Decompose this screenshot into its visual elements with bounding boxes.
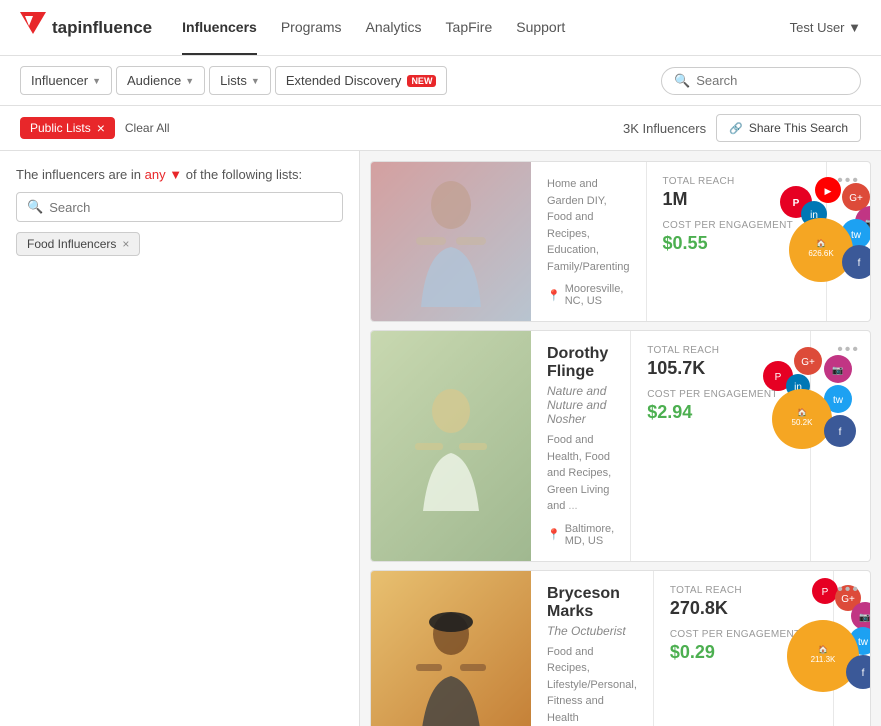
svg-text:tw: tw — [833, 395, 844, 406]
svg-text:211.3K: 211.3K — [811, 655, 836, 664]
logo[interactable]: tapinfluence — [20, 12, 152, 44]
public-lists-tag: Public Lists × — [20, 117, 115, 139]
logo-text: tapinfluence — [52, 18, 152, 38]
svg-text:tw: tw — [851, 230, 862, 241]
svg-text:tw: tw — [858, 637, 869, 648]
influencer-photo — [371, 162, 531, 321]
influencer-card: Home and Garden DIY, Food and Recipes, E… — [370, 161, 871, 322]
svg-text:🏠: 🏠 — [818, 645, 828, 654]
card-stats: Total Reach 105.7K Cost per Engagement $… — [631, 331, 811, 561]
remove-tag-btn[interactable]: × — [97, 121, 105, 135]
card-categories: Food and Recipes, Lifestyle/Personal, Fi… — [547, 644, 637, 726]
card-location: 📍 Mooresville, NC, US — [547, 283, 630, 307]
content-area: The influencers are in any ▼ of the foll… — [0, 151, 881, 726]
search-icon: 🔍 — [674, 73, 690, 89]
svg-text:P: P — [775, 372, 782, 383]
share-icon: 🔗 — [729, 122, 743, 135]
svg-text:G+: G+ — [849, 193, 863, 204]
nav-tapfire[interactable]: TapFire — [446, 1, 493, 55]
card-name: Dorothy Flinge — [547, 345, 614, 381]
filter-bar: Influencer ▼ Audience ▼ Lists ▼ Extended… — [0, 56, 881, 106]
card-categories: Home and Garden DIY, Food and Recipes, E… — [547, 176, 630, 275]
card-info: Bryceson Marks The Octuberist Food and R… — [531, 571, 654, 726]
share-search-btn[interactable]: 🔗 Share This Search — [716, 114, 861, 142]
card-info: Dorothy Flinge Nature and Nuture and Nos… — [531, 331, 631, 561]
filter-text: The influencers are in any ▼ of the foll… — [16, 167, 343, 182]
svg-text:📷: 📷 — [859, 612, 870, 622]
user-menu[interactable]: Test User ▼ — [790, 20, 861, 35]
more-options-btn[interactable]: ••• — [837, 341, 860, 359]
active-filters-bar: Public Lists × Clear All 3K Influencers … — [0, 106, 881, 151]
svg-text:📷: 📷 — [833, 365, 844, 375]
nav-support[interactable]: Support — [516, 1, 565, 55]
main-nav: Influencers Programs Analytics TapFire S… — [182, 1, 789, 55]
chevron-down-icon: ▼ — [251, 76, 260, 86]
more-options-btn[interactable]: ••• — [837, 172, 860, 190]
card-blog: Nature and Nuture and Nosher — [547, 384, 614, 426]
influencer-photo — [371, 571, 531, 726]
card-name: Bryceson Marks — [547, 585, 637, 621]
influencer-card: Bryceson Marks The Octuberist Food and R… — [370, 570, 871, 726]
list-search-input[interactable] — [49, 200, 332, 215]
chevron-down-icon: ▼ — [92, 76, 101, 86]
svg-text:🏠: 🏠 — [816, 239, 826, 248]
svg-text:P: P — [822, 587, 829, 598]
clear-all-btn[interactable]: Clear All — [125, 121, 170, 135]
influencer-filter-btn[interactable]: Influencer ▼ — [20, 66, 112, 95]
svg-text:50.2K: 50.2K — [792, 418, 814, 427]
list-search[interactable]: 🔍 — [16, 192, 343, 222]
search-icon: 🔍 — [27, 199, 43, 215]
top-nav: tapinfluence Influencers Programs Analyt… — [0, 0, 881, 56]
left-panel: The influencers are in any ▼ of the foll… — [0, 151, 360, 726]
svg-text:f: f — [839, 427, 842, 438]
card-blog: The Octuberist — [547, 624, 637, 638]
search-bar[interactable]: 🔍 — [661, 67, 861, 95]
svg-text:🏠: 🏠 — [797, 408, 807, 417]
influencer-card: Dorothy Flinge Nature and Nuture and Nos… — [370, 330, 871, 562]
card-info: Home and Garden DIY, Food and Recipes, E… — [531, 162, 647, 321]
svg-text:G+: G+ — [801, 357, 815, 368]
audience-filter-btn[interactable]: Audience ▼ — [116, 66, 205, 95]
influencer-count: 3K Influencers — [623, 121, 706, 136]
card-categories: Food and Health, Food and Recipes, Green… — [547, 432, 614, 515]
remove-food-tag-btn[interactable]: × — [122, 237, 129, 251]
any-dropdown[interactable]: any ▼ — [145, 167, 182, 182]
nav-programs[interactable]: Programs — [281, 1, 342, 55]
card-location: 📍 Baltimore, MD, US — [547, 523, 614, 547]
svg-text:P: P — [792, 198, 799, 209]
svg-text:f: f — [862, 668, 865, 679]
right-panel: Home and Garden DIY, Food and Recipes, E… — [360, 151, 881, 726]
location-pin-icon: 📍 — [547, 289, 561, 302]
svg-text:626.6K: 626.6K — [808, 249, 834, 258]
nav-influencers[interactable]: Influencers — [182, 1, 257, 55]
more-options-btn[interactable]: ••• — [837, 581, 860, 599]
svg-text:▶: ▶ — [824, 186, 831, 196]
influencer-photo — [371, 331, 531, 561]
logo-icon — [20, 12, 46, 44]
card-stats: Total Reach 1M Cost per Engagement $0.55… — [647, 162, 827, 321]
lists-filter-btn[interactable]: Lists ▼ — [209, 66, 271, 95]
nav-analytics[interactable]: Analytics — [366, 1, 422, 55]
search-input[interactable] — [696, 73, 848, 88]
location-pin-icon: 📍 — [547, 528, 561, 541]
card-stats: Total Reach 270.8K Cost per Engagement $… — [654, 571, 834, 726]
new-badge: NEW — [407, 75, 436, 87]
extended-discovery-btn[interactable]: Extended Discovery NEW — [275, 66, 448, 95]
svg-text:f: f — [857, 258, 860, 269]
chevron-down-icon: ▼ — [185, 76, 194, 86]
food-influencers-tag: Food Influencers × — [16, 232, 140, 256]
